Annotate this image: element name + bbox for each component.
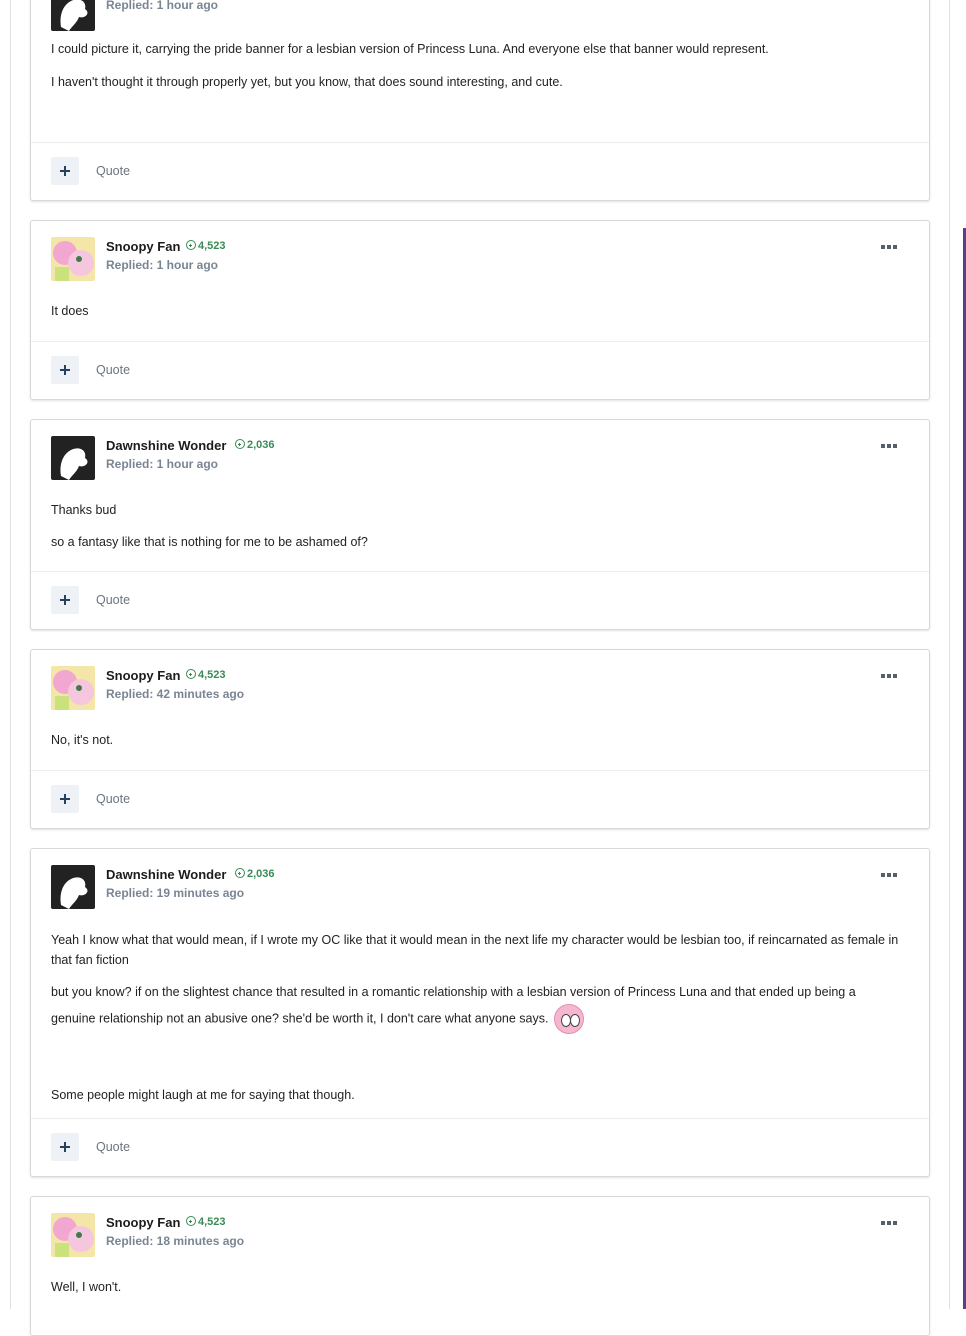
reputation-badge: 4,523 <box>186 1216 226 1228</box>
post-controls: Quote <box>31 770 929 828</box>
post-paragraph: so a fantasy like that is nothing for me… <box>51 535 368 549</box>
post-content: Well, I won't. <box>31 1277 929 1297</box>
ellipsis-icon[interactable] <box>881 873 897 879</box>
reputation-badge: 2,036 <box>235 439 275 451</box>
post: Dawnshine Wonder 2,036 Replied: 19 minut… <box>30 848 930 1177</box>
post-paragraph: Thanks bud <box>51 503 117 517</box>
quote-button[interactable]: Quote <box>96 792 130 806</box>
avatar[interactable] <box>51 666 95 710</box>
ellipsis-icon[interactable] <box>881 1221 897 1227</box>
avatar[interactable] <box>51 865 95 909</box>
avatar[interactable] <box>51 436 95 480</box>
plus-circle-icon <box>186 1216 196 1226</box>
ellipsis-icon[interactable] <box>881 444 897 450</box>
reply-time: Replied: 1 hour ago <box>106 457 219 471</box>
plus-circle-icon <box>186 240 196 250</box>
post-paragraph: Yeah I know what that would mean, if I w… <box>51 933 899 967</box>
quote-button[interactable]: Quote <box>96 1140 130 1154</box>
post-content: Yeah I know what that would mean, if I w… <box>31 930 929 1105</box>
post: Dawnshine Wonder 2,036 Replied: 1 hour a… <box>30 419 930 630</box>
post-paragraph: Well, I won't. <box>51 1280 122 1294</box>
post-paragraph: I could picture it, carrying the pride b… <box>51 42 769 56</box>
post-paragraph-text: genuine relationship not an abusive one?… <box>51 1011 549 1026</box>
ellipsis-icon[interactable] <box>881 674 897 680</box>
reply-time: Replied: 1 hour ago <box>106 0 219 12</box>
post-content: No, it's not. <box>31 730 929 750</box>
post: Replied: 1 hour ago I could picture it, … <box>30 0 930 201</box>
post-paragraph: I haven't thought it through properly ye… <box>51 75 563 89</box>
post: Snoopy Fan 4,523 Replied: 18 minutes ago… <box>30 1196 930 1336</box>
ellipsis-icon[interactable] <box>881 245 897 251</box>
reply-time: Replied: 1 hour ago <box>106 258 219 272</box>
post-paragraph: It does <box>51 304 89 318</box>
multiquote-plus-icon[interactable] <box>51 356 79 384</box>
plus-circle-icon <box>235 868 245 878</box>
avatar[interactable] <box>51 237 95 281</box>
post-content: It does <box>31 301 929 321</box>
quote-button[interactable]: Quote <box>96 593 130 607</box>
quote-button[interactable]: Quote <box>96 164 130 178</box>
reputation-badge: 4,523 <box>186 240 226 252</box>
plus-circle-icon <box>235 439 245 449</box>
post-paragraph: but you know? if on the slightest chance… <box>51 985 856 999</box>
reply-time: Replied: 19 minutes ago <box>106 886 245 900</box>
pony-emoji-icon <box>553 1004 584 1034</box>
multiquote-plus-icon[interactable] <box>51 1133 79 1161</box>
reputation-count: 2,036 <box>247 439 275 451</box>
avatar[interactable] <box>51 1213 95 1257</box>
reputation-count: 4,523 <box>198 1216 226 1228</box>
avatar[interactable] <box>51 0 95 31</box>
reply-time: Replied: 42 minutes ago <box>106 687 245 701</box>
author-name[interactable]: Snoopy Fan <box>106 1215 180 1230</box>
reputation-badge: 4,523 <box>186 669 226 681</box>
post: Snoopy Fan 4,523 Replied: 1 hour ago It … <box>30 220 930 400</box>
post-paragraph: genuine relationship not an abusive one?… <box>51 1004 909 1034</box>
post-paragraph: Some people might laugh at me for saying… <box>51 1088 355 1102</box>
reputation-count: 4,523 <box>198 669 226 681</box>
post: Snoopy Fan 4,523 Replied: 42 minutes ago… <box>30 649 930 829</box>
quote-button[interactable]: Quote <box>96 363 130 377</box>
reputation-badge: 2,036 <box>235 868 275 880</box>
multiquote-plus-icon[interactable] <box>51 785 79 813</box>
plus-circle-icon <box>186 669 196 679</box>
reputation-count: 2,036 <box>247 868 275 880</box>
author-name[interactable]: Dawnshine Wonder <box>106 867 226 882</box>
multiquote-plus-icon[interactable] <box>51 586 79 614</box>
post-controls: Quote <box>31 341 929 399</box>
author-name[interactable]: Snoopy Fan <box>106 239 180 254</box>
author-name[interactable]: Dawnshine Wonder <box>106 438 226 453</box>
post-controls: Quote <box>31 1118 929 1176</box>
post-content: I could picture it, carrying the pride b… <box>31 39 789 92</box>
author-name[interactable]: Snoopy Fan <box>106 668 180 683</box>
post-content: Thanks bud so a fantasy like that is not… <box>31 500 929 552</box>
reply-time: Replied: 18 minutes ago <box>106 1234 245 1248</box>
post-controls: Quote <box>31 571 929 629</box>
post-paragraph: No, it's not. <box>51 733 114 747</box>
multiquote-plus-icon[interactable] <box>51 157 79 185</box>
post-controls: Quote <box>31 142 929 200</box>
reputation-count: 4,523 <box>198 240 226 252</box>
